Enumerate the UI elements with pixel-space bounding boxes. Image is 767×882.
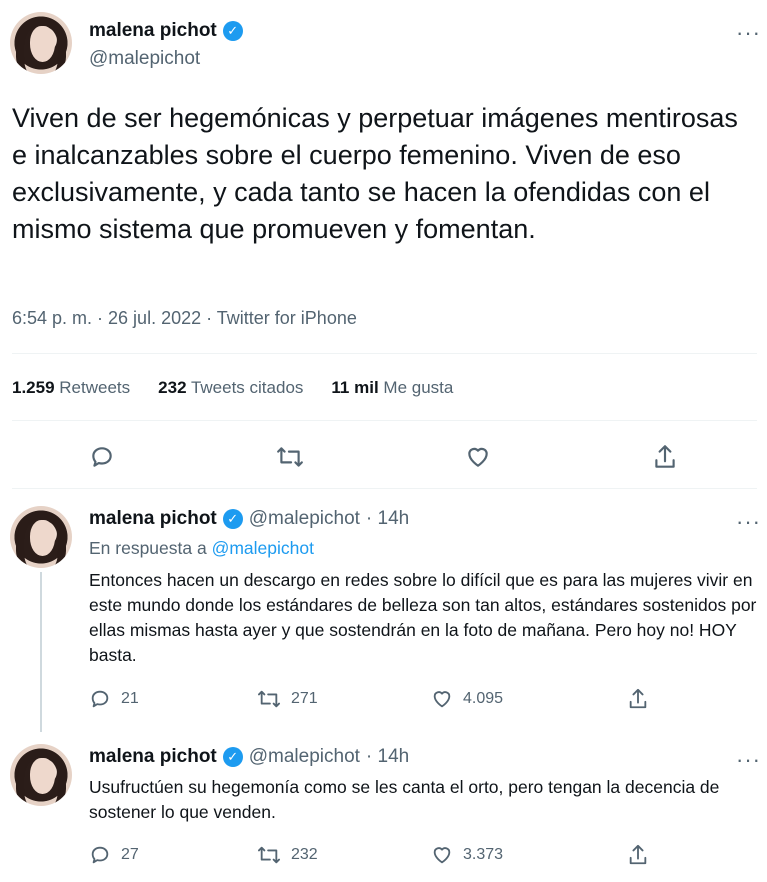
reply-author-handle[interactable]: @malepichot bbox=[249, 508, 360, 530]
like-button[interactable]: 4.095 bbox=[431, 688, 627, 710]
in-reply-handle-link[interactable]: @malepichot bbox=[212, 538, 314, 558]
retweets-stat[interactable]: 1.259 Retweets bbox=[12, 378, 130, 398]
reply-button[interactable]: 21 bbox=[89, 688, 257, 710]
reply-author-name[interactable]: malena pichot bbox=[89, 746, 217, 768]
share-icon[interactable] bbox=[652, 443, 678, 471]
more-options-icon[interactable]: ··· bbox=[736, 22, 761, 44]
retweet-count: 271 bbox=[291, 690, 318, 707]
share-icon bbox=[627, 843, 649, 867]
reply-time[interactable]: · 14h bbox=[366, 508, 409, 530]
reply-text: Entonces hacen un descargo en redes sobr… bbox=[89, 570, 757, 665]
reply-icon bbox=[89, 844, 111, 866]
like-button[interactable]: 3.373 bbox=[431, 844, 627, 866]
verified-badge-icon: ✓ bbox=[222, 21, 243, 41]
retweet-icon[interactable] bbox=[276, 444, 304, 470]
divider bbox=[12, 353, 757, 354]
reply-action-bar: 21 271 4.095 bbox=[89, 687, 649, 711]
like-count: 3.373 bbox=[463, 846, 504, 863]
reply-author-row: malena pichot ✓ @malepichot · 14h bbox=[89, 508, 409, 530]
reply-author-handle[interactable]: @malepichot bbox=[249, 746, 360, 768]
divider bbox=[12, 488, 757, 489]
reply-count: 27 bbox=[121, 846, 139, 863]
like-icon[interactable] bbox=[465, 444, 491, 470]
reply-icon bbox=[89, 688, 111, 710]
share-button[interactable] bbox=[627, 687, 649, 711]
reply-avatar[interactable] bbox=[10, 506, 72, 568]
reply-text: Usufructúen su hegemonía como se les can… bbox=[89, 777, 720, 822]
retweet-button[interactable]: 232 bbox=[257, 844, 431, 866]
tweet-stats: 1.259 Retweets 232 Tweets citados 11 mil… bbox=[12, 378, 453, 398]
more-options-icon[interactable]: ··· bbox=[736, 511, 761, 533]
reply-action-bar: 27 232 3.373 bbox=[89, 843, 649, 867]
divider bbox=[12, 420, 757, 421]
verified-badge-icon: ✓ bbox=[222, 509, 243, 529]
reply-time[interactable]: · 14h bbox=[366, 746, 409, 768]
author-avatar[interactable] bbox=[10, 12, 72, 74]
author-handle[interactable]: @malepichot bbox=[89, 48, 200, 70]
thread-line bbox=[40, 572, 42, 732]
reply-count: 21 bbox=[121, 690, 139, 707]
author-name[interactable]: malena pichot bbox=[89, 20, 217, 42]
reply-button[interactable]: 27 bbox=[89, 844, 257, 866]
verified-badge-icon: ✓ bbox=[222, 747, 243, 767]
quotes-stat[interactable]: 232 Tweets citados bbox=[158, 378, 303, 398]
reply-author-row: malena pichot ✓ @malepichot · 14h bbox=[89, 746, 409, 768]
likes-stat[interactable]: 11 mil Me gusta bbox=[331, 378, 453, 398]
reply-icon[interactable] bbox=[89, 444, 115, 470]
retweet-button[interactable]: 271 bbox=[257, 688, 431, 710]
tweet-meta[interactable]: 6:54 p. m. · 26 jul. 2022 · Twitter for … bbox=[12, 308, 357, 329]
like-count: 4.095 bbox=[463, 690, 504, 707]
retweet-count: 232 bbox=[291, 846, 318, 863]
like-icon bbox=[431, 688, 453, 710]
reply-author-name[interactable]: malena pichot bbox=[89, 508, 217, 530]
share-icon bbox=[627, 687, 649, 711]
retweet-icon bbox=[257, 688, 281, 710]
reply-avatar[interactable] bbox=[10, 744, 72, 806]
share-button[interactable] bbox=[627, 843, 649, 867]
more-options-icon[interactable]: ··· bbox=[736, 749, 761, 771]
retweet-icon bbox=[257, 844, 281, 866]
in-reply-to: En respuesta a @malepichot bbox=[89, 538, 314, 558]
like-icon bbox=[431, 844, 453, 866]
tweet-text: Viven de ser hegemónicas y perpetuar imá… bbox=[12, 103, 738, 244]
author-name-row: malena pichot ✓ bbox=[89, 20, 243, 42]
